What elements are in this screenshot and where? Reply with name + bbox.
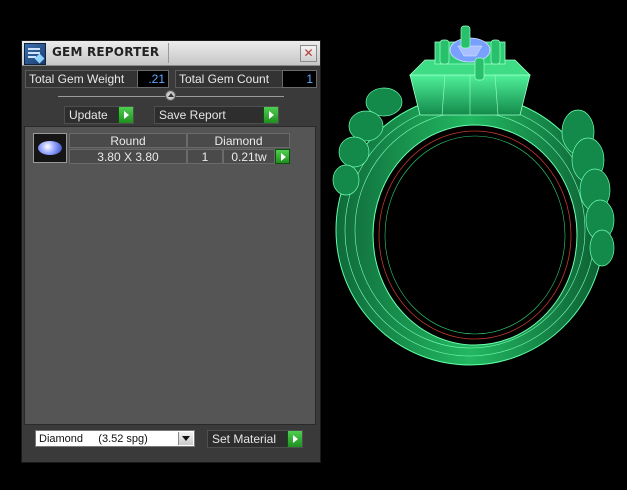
gem-qty-cell: 1 (187, 149, 223, 164)
shape-header: Round (69, 133, 187, 148)
save-report-button[interactable]: Save Report (154, 106, 279, 124)
total-gem-weight-label: Total Gem Weight (25, 70, 138, 88)
save-report-button-label: Save Report (159, 108, 226, 122)
set-material-button-label: Set Material (212, 432, 277, 446)
title-divider (168, 43, 169, 63)
chevron-down-icon[interactable] (178, 432, 193, 445)
close-icon[interactable]: ✕ (300, 45, 317, 62)
gem-reporter-window: GEM REPORTER ✕ Total Gem Weight .21 Tota… (21, 40, 321, 463)
set-material-button[interactable]: Set Material (207, 430, 303, 448)
green-arrow-icon[interactable] (275, 149, 290, 164)
round-gem-icon[interactable] (33, 133, 67, 163)
green-arrow-icon (118, 107, 133, 123)
material-select[interactable]: Diamond (3.52 spg) (35, 430, 195, 447)
gem-size-cell: 3.80 X 3.80 (69, 149, 187, 164)
ring-3d-viewport[interactable] (330, 20, 627, 390)
update-button-label: Update (69, 108, 108, 122)
gem-list: Round Diamond 3.80 X 3.80 1 0.21tw (24, 126, 316, 425)
material-header: Diamond (187, 133, 290, 148)
green-arrow-icon (263, 107, 278, 123)
total-gem-count-label: Total Gem Count (175, 70, 283, 88)
green-arrow-icon (287, 431, 302, 447)
update-button[interactable]: Update (64, 106, 134, 124)
window-title: GEM REPORTER (52, 45, 160, 59)
title-bar[interactable]: GEM REPORTER ✕ (22, 41, 320, 66)
gem-reporter-icon (24, 43, 46, 65)
material-select-value: Diamond (3.52 spg) (39, 433, 148, 445)
total-gem-count-value: 1 (282, 70, 317, 88)
total-gem-weight-value: .21 (137, 70, 169, 88)
slider-knob-icon[interactable] (165, 90, 176, 101)
gem-weight-cell: 0.21tw (223, 149, 275, 164)
